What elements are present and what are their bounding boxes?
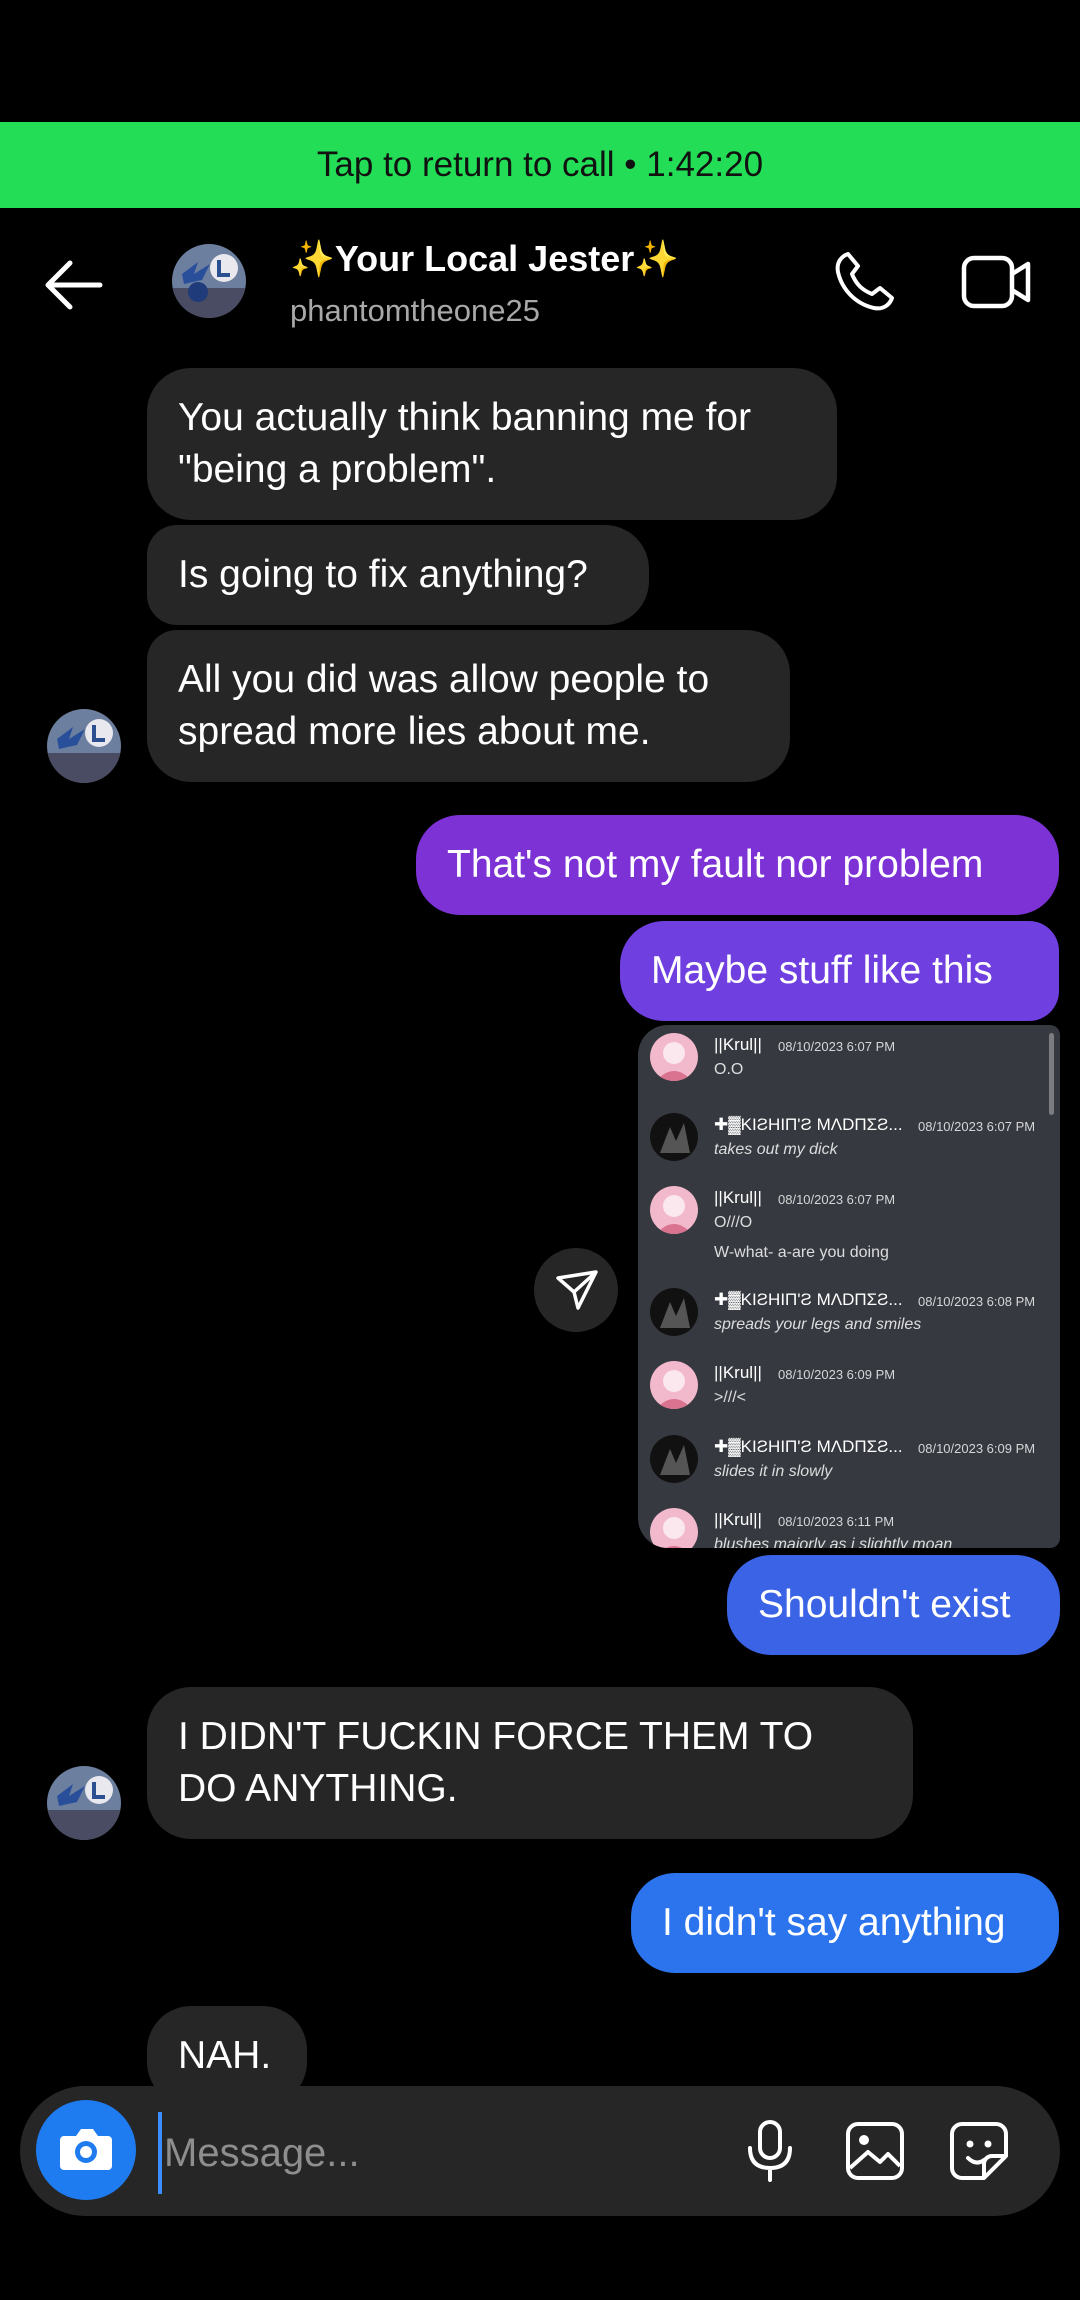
- image-chat-line: ✚▓KIƧHIП'Ƨ MΛDПΣƧ... 08/10/2023 6:09 PM …: [638, 1427, 1060, 1499]
- message-text: I DIDN'T FUCKIN FORCE THEM TO DO ANYTHIN…: [178, 1715, 814, 1810]
- camera-button[interactable]: [36, 2100, 136, 2200]
- video-camera-icon: [961, 255, 1031, 309]
- image-chat-line: ✚▓KIƧHIП'Ƨ MΛDПΣƧ... 08/10/2023 6:08 PM …: [638, 1280, 1060, 1352]
- message-bubble-outgoing[interactable]: Maybe stuff like this: [620, 921, 1059, 1021]
- phone-icon: [835, 252, 894, 311]
- message-bubble-incoming[interactable]: All you did was allow people to spread m…: [147, 630, 790, 782]
- message-bubble-incoming[interactable]: Is going to fix anything?: [147, 525, 649, 625]
- message-text: Is going to fix anything?: [178, 553, 588, 596]
- sticker-icon: [950, 2122, 1008, 2180]
- image-icon: [846, 2122, 904, 2180]
- gallery-button[interactable]: [844, 2120, 906, 2182]
- image-chat-line: ✚▓KIƧHIП'Ƨ MΛDПΣƧ... 08/10/2023 6:07 PM …: [638, 1105, 1060, 1177]
- send-icon: [556, 1270, 598, 1310]
- pink-avatar: [650, 1361, 698, 1409]
- voice-message-button[interactable]: [742, 2118, 798, 2184]
- message-bubble-incoming[interactable]: I DIDN'T FUCKIN FORCE THEM TO DO ANYTHIN…: [147, 1687, 913, 1839]
- dark-avatar: [650, 1435, 698, 1483]
- contact-username: phantomtheone25: [290, 293, 540, 328]
- dark-avatar: [650, 1288, 698, 1336]
- message-bubble-incoming[interactable]: You actually think banning me for "being…: [147, 368, 837, 520]
- dark-avatar: [650, 1113, 698, 1161]
- message-bubble-outgoing[interactable]: I didn't say anything: [631, 1873, 1059, 1973]
- audio-call-button[interactable]: [830, 248, 898, 316]
- sticker-button[interactable]: [948, 2120, 1010, 2182]
- contact-avatar[interactable]: [172, 244, 246, 318]
- share-image-button[interactable]: [534, 1248, 618, 1332]
- microphone-icon: [748, 2120, 792, 2182]
- pink-avatar: [650, 1508, 698, 1548]
- contact-display-name: ✨Your Local Jester✨: [290, 238, 680, 279]
- shared-image-message[interactable]: ||Krul|| 08/10/2023 6:07 PM O.O ✚▓KIƧHIП…: [638, 1025, 1060, 1548]
- return-to-call-banner[interactable]: Tap to return to call • 1:42:20: [0, 122, 1080, 208]
- arrow-left-icon: [45, 260, 103, 310]
- message-input[interactable]: [158, 2112, 686, 2194]
- call-banner-text: Tap to return to call • 1:42:20: [316, 145, 764, 184]
- pink-avatar: [650, 1033, 698, 1081]
- message-text: You actually think banning me for "being…: [178, 396, 752, 491]
- message-text: Shouldn't exist: [758, 1583, 1011, 1626]
- image-chat-line: ||Krul|| 08/10/2023 6:11 PM blushes majo…: [638, 1500, 1060, 1548]
- image-chat-line: ||Krul|| 08/10/2023 6:07 PM O///O W-what…: [638, 1178, 1060, 1270]
- image-scrollbar: [1049, 1033, 1054, 1115]
- video-call-button[interactable]: [960, 252, 1032, 312]
- contact-avatar-small[interactable]: [47, 709, 121, 783]
- message-text: I didn't say anything: [662, 1901, 1006, 1944]
- contact-avatar-small[interactable]: [47, 1766, 121, 1840]
- back-button[interactable]: [40, 255, 106, 315]
- pink-avatar: [650, 1186, 698, 1234]
- message-text: That's not my fault nor problem: [447, 843, 984, 886]
- camera-icon: [60, 2129, 112, 2170]
- message-text: NAH.: [178, 2034, 272, 2077]
- image-chat-line: ||Krul|| 08/10/2023 6:09 PM >///<: [638, 1353, 1060, 1425]
- image-chat-line: ||Krul|| 08/10/2023 6:07 PM O.O: [638, 1025, 1060, 1097]
- message-text: All you did was allow people to spread m…: [178, 658, 710, 753]
- message-bubble-outgoing[interactable]: That's not my fault nor problem: [416, 815, 1059, 915]
- message-text: Maybe stuff like this: [651, 949, 993, 992]
- message-bubble-outgoing[interactable]: Shouldn't exist: [727, 1555, 1060, 1655]
